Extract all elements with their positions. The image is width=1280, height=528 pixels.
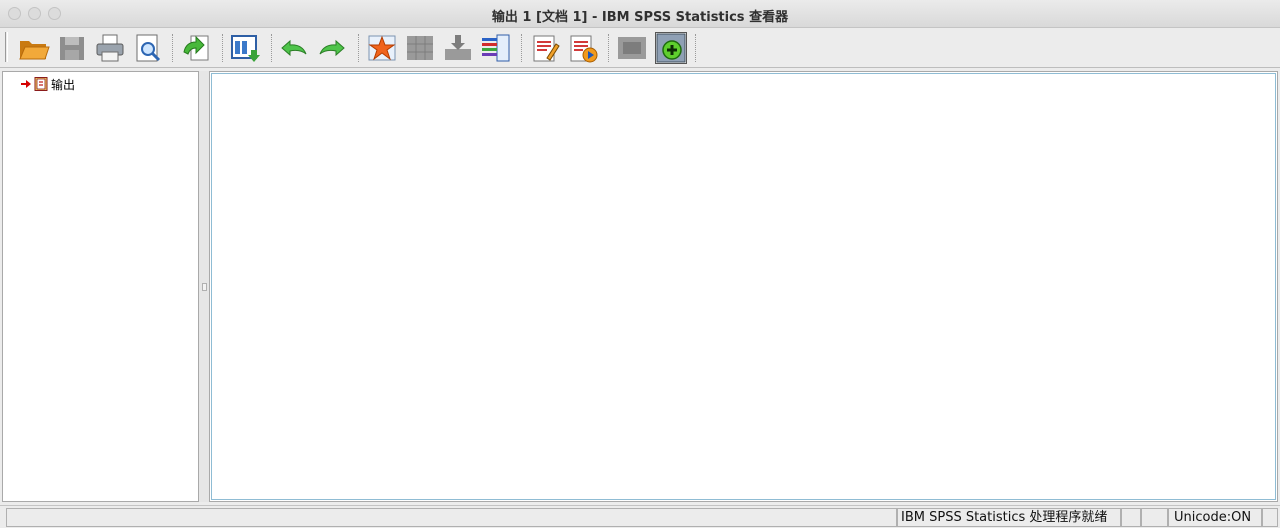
new-title-icon — [533, 35, 560, 62]
status-cell-weight — [1141, 508, 1168, 527]
output-content-area — [211, 73, 1276, 500]
status-bar: IBM SPSS Statistics 处理程序就绪 Unicode:ON — [0, 505, 1280, 528]
export-icon — [183, 35, 209, 61]
recall-dialog-icon — [231, 35, 260, 62]
toolbar-separator — [222, 34, 223, 62]
title-bar: 输出 1 [文档 1] - IBM SPSS Statistics 查看器 — [0, 0, 1280, 28]
pane-splitter[interactable] — [199, 71, 209, 502]
outline-pane[interactable]: 输出 — [2, 71, 199, 502]
new-title-button[interactable] — [529, 32, 561, 64]
toolbar-separator — [608, 34, 609, 62]
toolbar-separator — [521, 34, 522, 62]
designate-window-button[interactable] — [655, 32, 687, 64]
main-toolbar — [0, 28, 1280, 68]
log-book-icon — [34, 77, 48, 91]
save-icon — [60, 37, 84, 60]
undo-icon — [281, 39, 307, 57]
output-content-pane[interactable] — [209, 71, 1278, 502]
redo-icon — [319, 39, 345, 57]
print-button[interactable] — [94, 32, 126, 64]
viewer-window: 输出 1 [文档 1] - IBM SPSS Statistics 查看器 输出… — [0, 0, 1280, 528]
toolbar-grip[interactable] — [5, 32, 8, 62]
status-processor: IBM SPSS Statistics 处理程序就绪 — [897, 508, 1121, 527]
outline-root-item[interactable]: 输出 — [21, 76, 75, 92]
insert-case-icon — [445, 35, 471, 60]
toolbar-separator — [172, 34, 173, 62]
new-text-button[interactable] — [567, 32, 599, 64]
toolbar-separator — [271, 34, 272, 62]
open-folder-icon — [19, 41, 50, 60]
save-button[interactable] — [56, 32, 88, 64]
status-cell-end — [1262, 508, 1278, 527]
undo-button[interactable] — [278, 32, 310, 64]
redo-button[interactable] — [316, 32, 348, 64]
show-hide-icon — [618, 37, 646, 59]
print-icon — [96, 34, 124, 62]
toolbar-separator — [358, 34, 359, 62]
designate-window-icon — [656, 33, 686, 63]
recall-dialog-button[interactable] — [229, 32, 261, 64]
toolbar-separator — [695, 34, 696, 62]
status-message-cell — [6, 508, 897, 527]
print-preview-button[interactable] — [132, 32, 164, 64]
variables-button[interactable] — [480, 32, 512, 64]
goto-case-button[interactable] — [366, 32, 398, 64]
show-hide-button[interactable] — [616, 32, 648, 64]
export-button[interactable] — [180, 32, 212, 64]
status-unicode: Unicode:ON — [1168, 508, 1262, 527]
goto-case-icon — [368, 35, 396, 61]
status-cell-filter — [1121, 508, 1141, 527]
variables-icon — [482, 34, 510, 62]
splitter-grip[interactable] — [202, 283, 207, 291]
insert-case-button[interactable] — [442, 32, 474, 64]
goto-variable-icon — [407, 36, 433, 60]
print-preview-icon — [136, 34, 161, 62]
outline-root-label: 输出 — [51, 77, 76, 92]
new-text-icon — [570, 35, 598, 63]
window-title: 输出 1 [文档 1] - IBM SPSS Statistics 查看器 — [491, 10, 789, 25]
current-item-arrow-icon — [21, 80, 31, 88]
open-button[interactable] — [18, 32, 50, 64]
goto-variable-button[interactable] — [404, 32, 436, 64]
